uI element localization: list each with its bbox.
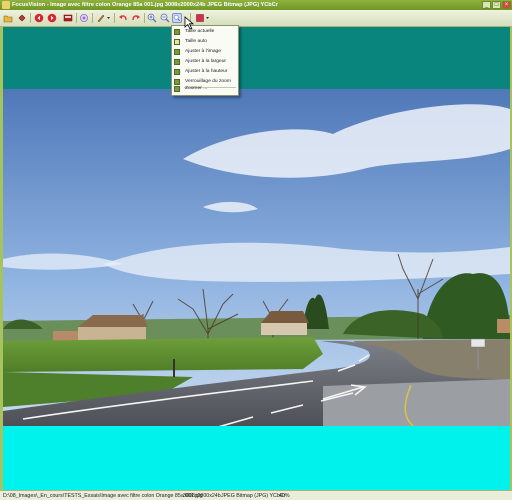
redo-icon[interactable] — [131, 13, 141, 23]
viewer-background-bottom — [3, 426, 510, 490]
chevron-down-icon[interactable] — [205, 13, 210, 23]
settings-icon[interactable] — [17, 13, 27, 23]
title-bar[interactable]: FocusVision - Image avec filtre colon Or… — [0, 0, 512, 10]
minimize-button[interactable]: _ — [482, 1, 491, 9]
fit-width-icon — [174, 59, 180, 65]
toolbar-separator — [114, 13, 115, 23]
menu-item-fit-height[interactable]: Ajuster à la hauteur — [172, 67, 238, 77]
toolbar-separator — [144, 13, 145, 23]
toolbar-separator — [76, 13, 77, 23]
actual-size-icon — [174, 29, 180, 35]
menu-item-fit-image[interactable]: Ajuster à l'image — [172, 47, 238, 57]
fit-height-icon — [174, 69, 180, 75]
toolbar — [0, 10, 512, 27]
app-icon[interactable] — [2, 1, 10, 9]
color-icon[interactable] — [195, 13, 205, 23]
zoom-in-icon[interactable] — [147, 13, 157, 23]
zoom-icon — [174, 86, 180, 92]
viewer-background-top — [3, 27, 510, 89]
status-bar: D:\08_Images\_En_cours\TESTS_Essais\Imag… — [0, 490, 512, 500]
auto-size-icon — [174, 39, 180, 45]
status-zoom: 40% — [279, 493, 290, 499]
image-viewer[interactable] — [3, 27, 510, 490]
toolbar-separator — [30, 13, 31, 23]
next-icon[interactable] — [47, 13, 57, 23]
app-window: FocusVision - Image avec filtre colon Or… — [0, 0, 512, 500]
brush-icon[interactable] — [96, 13, 106, 23]
status-file-path: D:\08_Images\_En_cours\TESTS_Essais\Imag… — [3, 493, 203, 499]
undo-icon[interactable] — [118, 13, 128, 23]
zoom-dropdown-menu: Taille actuelle Taille auto Ajuster à l'… — [171, 25, 239, 96]
chevron-down-icon[interactable] — [106, 13, 111, 23]
menu-item-zoom[interactable]: Zoomer ... — [172, 84, 238, 94]
menu-item-actual-size[interactable]: Taille actuelle — [172, 27, 238, 37]
menu-item-fit-width[interactable]: Ajuster à la largeur — [172, 57, 238, 67]
landscape-photo[interactable] — [3, 89, 510, 426]
mouse-pointer-icon — [184, 16, 195, 30]
prev-icon[interactable] — [34, 13, 44, 23]
slideshow-icon[interactable] — [63, 13, 73, 23]
open-icon[interactable] — [3, 13, 13, 23]
zoom-out-icon[interactable] — [160, 13, 170, 23]
fit-image-icon — [174, 49, 180, 55]
menu-item-auto-size[interactable]: Taille auto — [172, 37, 238, 47]
status-format: JPEG Bitmap (JPG) YCbCr — [221, 493, 286, 499]
toolbar-separator — [92, 13, 93, 23]
window-title: FocusVision - Image avec filtre colon Or… — [12, 2, 278, 8]
zoom-menu-icon[interactable] — [172, 13, 182, 23]
maximize-button[interactable]: □ — [492, 1, 501, 9]
close-button[interactable]: × — [502, 1, 511, 9]
status-dimensions: 3008x2000x24b — [183, 493, 221, 499]
filter-icon[interactable] — [79, 13, 89, 23]
